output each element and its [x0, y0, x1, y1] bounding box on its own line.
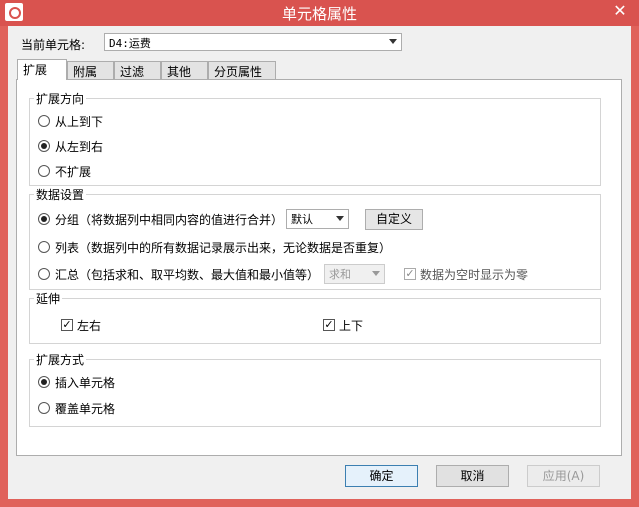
group-mode-value: 默认 — [291, 213, 313, 226]
extend-group: 延伸 ✓ 左右 ✓ 上下 — [29, 290, 601, 344]
left-right-label: 左右 — [77, 319, 102, 333]
cancel-button[interactable]: 取消 — [436, 465, 509, 487]
expand-mode-group: 扩展方式 插入单元格 覆盖单元格 — [29, 351, 601, 427]
radio-no-extend-label: 不扩展 — [55, 165, 92, 179]
up-down-label: 上下 — [339, 319, 364, 333]
tab-other[interactable]: 其他 — [161, 61, 208, 79]
radio-left-to-right[interactable] — [38, 140, 50, 152]
radio-overwrite-cells[interactable] — [38, 402, 50, 414]
tab-filter[interactable]: 过滤 — [114, 61, 161, 79]
direction-group: 扩展方向 从上到下 从左到右 不扩展 — [29, 90, 601, 186]
direction-group-title: 扩展方向 — [34, 90, 87, 107]
data-settings-group-title: 数据设置 — [34, 186, 87, 203]
radio-group[interactable] — [38, 213, 50, 225]
radio-left-to-right-label: 从左到右 — [55, 140, 104, 154]
radio-group-label: 分组（将数据列中相同内容的值进行合并） — [55, 213, 284, 227]
tab-paging[interactable]: 分页属性 — [208, 61, 276, 79]
summary-mode-value: 求和 — [329, 268, 351, 281]
chevron-down-icon — [336, 216, 344, 221]
radio-summary-label: 汇总（包括求和、取平均数、最大值和最小值等） — [55, 268, 320, 282]
custom-button[interactable]: 自定义 — [365, 209, 423, 230]
title-bar: 单元格属性 ✕ — [0, 0, 639, 26]
radio-insert-cells[interactable] — [38, 376, 50, 388]
apply-button[interactable]: 应用(A) — [527, 465, 600, 487]
up-down-checkbox[interactable]: ✓ — [323, 319, 335, 331]
chevron-down-icon — [372, 271, 380, 276]
current-cell-label: 当前单元格: — [21, 38, 86, 52]
window-title: 单元格属性 — [281, 5, 357, 23]
radio-summary[interactable] — [38, 268, 50, 280]
tab-attached[interactable]: 附属 — [67, 61, 114, 79]
current-cell-select[interactable]: D4:运费 — [104, 33, 402, 51]
radio-top-to-bottom-label: 从上到下 — [55, 115, 104, 129]
current-cell-value: D4:运费 — [109, 37, 151, 50]
extend-group-title: 延伸 — [34, 290, 63, 307]
chevron-down-icon — [389, 39, 397, 44]
radio-list[interactable] — [38, 241, 50, 253]
expand-mode-group-title: 扩展方式 — [34, 351, 87, 368]
radio-no-extend[interactable] — [38, 165, 50, 177]
summary-mode-select[interactable]: 求和 — [324, 264, 385, 284]
dialog-body: 当前单元格: D4:运费 扩展 附属 过滤 其他 分页属性 扩展方向 从上到下 … — [8, 26, 631, 499]
tab-extend[interactable]: 扩展 — [17, 59, 67, 80]
close-icon[interactable]: ✕ — [609, 1, 631, 20]
radio-insert-cells-label: 插入单元格 — [55, 376, 116, 390]
radio-list-label: 列表（数据列中的所有数据记录展示出来，无论数据是否重复） — [55, 241, 392, 255]
radio-overwrite-cells-label: 覆盖单元格 — [55, 402, 116, 416]
empty-as-zero-checkbox[interactable]: ✓ — [404, 268, 416, 280]
data-settings-group: 数据设置 分组（将数据列中相同内容的值进行合并） 默认 自定义 列表（数据列中的… — [29, 186, 601, 290]
tab-panel-extend: 扩展方向 从上到下 从左到右 不扩展 数据设置 分组（将数据列中相同内容的值进行… — [16, 79, 622, 456]
left-right-checkbox[interactable]: ✓ — [61, 319, 73, 331]
empty-as-zero-label: 数据为空时显示为零 — [420, 268, 529, 282]
radio-top-to-bottom[interactable] — [38, 115, 50, 127]
ok-button[interactable]: 确定 — [345, 465, 418, 487]
group-mode-select[interactable]: 默认 — [286, 209, 349, 229]
